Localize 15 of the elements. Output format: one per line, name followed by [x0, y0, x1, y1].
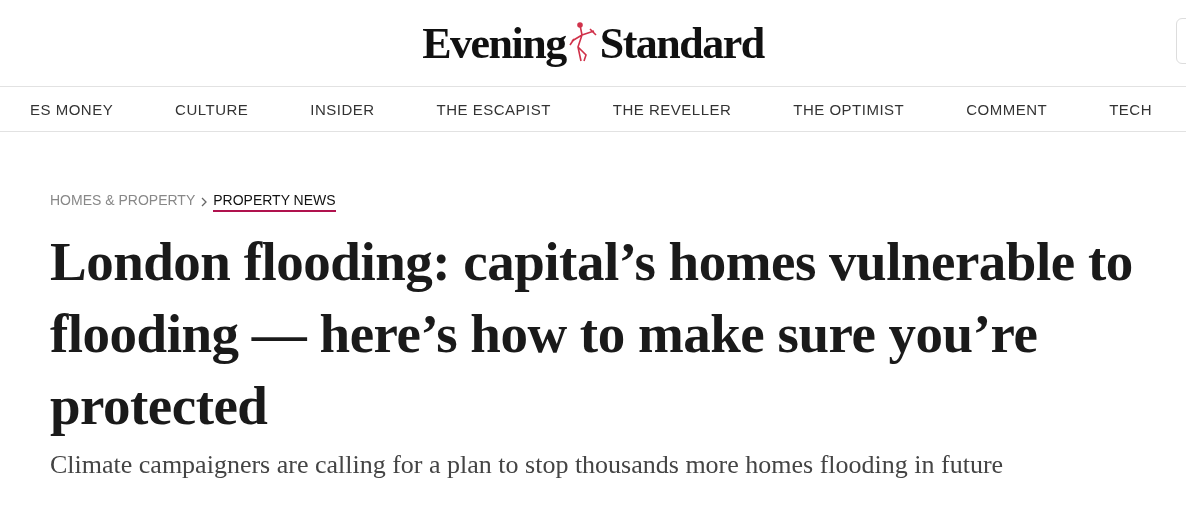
nav-link[interactable]: THE REVELLER	[612, 100, 732, 118]
nav-link[interactable]: ES MONEY	[30, 100, 114, 118]
nav-link[interactable]: THE OPTIMIST	[793, 100, 905, 118]
nav-link[interactable]: TECH	[1109, 100, 1152, 118]
nav-link[interactable]: INSIDER	[310, 100, 375, 118]
logo-text[interactable]: Standard	[599, 17, 764, 69]
headline: London flooding: capital’s homes vulnerable to flooding — here’s how to make sure you’re protected	[50, 230, 1134, 438]
logo-text[interactable]: Evening	[422, 17, 566, 69]
breadcrumb-link[interactable]: HOMES & PROPERTY	[50, 192, 196, 212]
chevron-icon	[201, 197, 208, 207]
nav-link[interactable]: COMMENT	[966, 100, 1048, 118]
nav-link[interactable]: THE ESCAPIST	[436, 100, 551, 118]
nav-link[interactable]: CULTURE	[175, 100, 249, 118]
standfirst: Climate campaigners are calling for a plan to stop thousands more homes flooding in future	[50, 450, 1005, 480]
breadcrumb-link[interactable]: PROPERTY NEWS	[213, 192, 336, 212]
